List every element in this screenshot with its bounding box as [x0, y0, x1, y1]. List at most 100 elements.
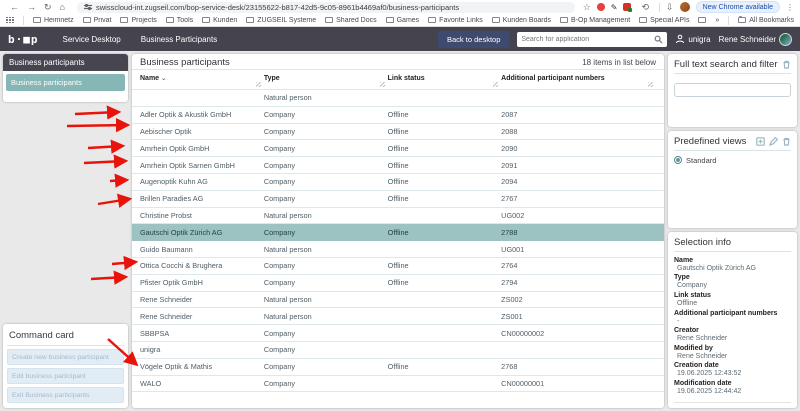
sidebar-card: Business participants Business participa…: [3, 54, 128, 102]
bookmark-label: Tools: [177, 17, 193, 24]
cell-type: Company: [264, 362, 388, 371]
all-bookmarks[interactable]: All Bookmarks: [738, 17, 794, 24]
new-chrome-label: New Chrome available: [703, 4, 773, 11]
table-row[interactable]: Rene SchneiderNatural personZS002: [132, 292, 664, 309]
table-row[interactable]: unigraCompany: [132, 342, 664, 359]
reload-icon[interactable]: ↻: [44, 3, 52, 12]
bookmarks-overflow-chevron[interactable]: »: [715, 17, 719, 24]
pen-extension-icon[interactable]: ✎: [611, 3, 618, 12]
bookmark-star-icon[interactable]: ☆: [583, 2, 591, 13]
adblock-extension-icon[interactable]: [597, 3, 605, 11]
folder-icon: [246, 17, 254, 23]
forward-icon[interactable]: →: [27, 3, 36, 12]
profile-avatar[interactable]: [680, 2, 690, 12]
table-row[interactable]: Vögele Optik & MathisCompanyOffline2768: [132, 359, 664, 376]
table-row[interactable]: Adler Optik & Akustik GmbHCompanyOffline…: [132, 107, 664, 124]
cell-additional: 2768: [501, 362, 656, 371]
cell-name: Ottica Cocchi & Brughera: [140, 261, 264, 270]
bookmark-folder[interactable]: Games: [386, 17, 420, 24]
table-row[interactable]: Pfister Optik GmbHCompanyOffline2794: [132, 275, 664, 292]
folder-icon: [83, 17, 91, 23]
folder-icon: [738, 17, 746, 23]
download-icon[interactable]: ⇩: [666, 2, 674, 13]
cell-link_status: Offline: [388, 362, 502, 371]
cell-type: Company: [264, 144, 388, 153]
selection-fields: NameGautschi Optik Zürich AGTypeCompanyL…: [674, 257, 791, 395]
column-resize-handle[interactable]: [380, 82, 385, 87]
trash-icon[interactable]: [782, 60, 791, 69]
table-row[interactable]: WALOCompanyCN00000001: [132, 376, 664, 393]
table-row[interactable]: Ottica Cocchi & BrugheraCompanyOffline27…: [132, 258, 664, 275]
apps-grid-icon[interactable]: [6, 17, 14, 24]
extensions-icon[interactable]: ⟲: [641, 3, 649, 12]
right-column: Full text search and filter Predefined v…: [668, 54, 797, 408]
edit-business-participant-button[interactable]: Edit business participant: [7, 368, 124, 384]
bookmark-folder[interactable]: Tools: [166, 17, 193, 24]
table-row[interactable]: Christine ProbstNatural personUG002: [132, 208, 664, 225]
cell-additional: 2094: [501, 177, 656, 186]
extension-icon[interactable]: [623, 3, 631, 11]
bookmark-folder[interactable]: B-Op Management: [560, 17, 630, 24]
bookmark-folder[interactable]: Kunden Boards: [492, 17, 551, 24]
bookmark-folder[interactable]: Mockups: [698, 17, 706, 24]
bookmark-folder[interactable]: Favorite Links: [428, 17, 483, 24]
column-resize-handle[interactable]: [493, 82, 498, 87]
cell-name: Christine Probst: [140, 211, 264, 220]
bookmark-folder[interactable]: Kunden: [202, 17, 237, 24]
app-search[interactable]: [517, 32, 667, 47]
selection-field-value: Gautschi Optik Zürich AG: [674, 265, 791, 272]
sidebar-item-business-participants[interactable]: Business participants: [6, 74, 125, 91]
url-bar[interactable]: swisscloud-int.zugseil.com/bop-service-d…: [77, 2, 575, 13]
table-row[interactable]: Brillen Paradies AGCompanyOffline2767: [132, 191, 664, 208]
app-search-input[interactable]: [521, 36, 654, 43]
bookmark-folder[interactable]: Privat: [83, 17, 112, 24]
bookmark-folder[interactable]: ZUGSEIL Systeme: [246, 17, 316, 24]
table-row[interactable]: Gautschi Optik Zürich AGCompanyOffline27…: [132, 224, 664, 241]
home-icon[interactable]: ⌂: [60, 3, 65, 12]
table-row[interactable]: Guido BaumannNatural personUG001: [132, 241, 664, 258]
column-header-name[interactable]: Name⌄: [140, 75, 264, 86]
table-row[interactable]: Rene SchneiderNatural personZS001: [132, 308, 664, 325]
column-resize-handle[interactable]: [256, 82, 261, 87]
back-icon[interactable]: ←: [10, 3, 19, 12]
edit-icon[interactable]: [769, 137, 778, 146]
bookmark-folder[interactable]: Shared Docs: [325, 17, 376, 24]
bookmark-folder[interactable]: Projects: [120, 17, 156, 24]
cell-type: Natural person: [264, 312, 388, 321]
tenant-name: unigra: [688, 35, 710, 44]
table-row[interactable]: Aebischer OptikCompanyOffline2088: [132, 124, 664, 141]
cell-link_status: Offline: [388, 177, 502, 186]
trash-icon[interactable]: [782, 137, 791, 146]
bookmark-folder[interactable]: Special APIs: [639, 17, 689, 24]
column-resize-handle[interactable]: [648, 82, 653, 87]
site-settings-icon[interactable]: [84, 3, 92, 11]
bop-logo[interactable]: b·■p: [8, 33, 39, 46]
nav-item-service-desktop[interactable]: Service Desktop: [63, 35, 121, 44]
chrome-menu-icon[interactable]: ⋮: [786, 3, 794, 12]
folder-icon: [639, 17, 647, 23]
create-new-business-participant-button[interactable]: Create new business participant: [7, 349, 124, 365]
user-menu[interactable]: Rene Schneider: [719, 33, 792, 46]
exit-business-participants-button[interactable]: Exit Business participants: [7, 387, 124, 403]
cell-type: Company: [264, 261, 388, 270]
cell-type: Company: [264, 228, 388, 237]
divider: [659, 3, 660, 12]
column-header-additional-participant-numbers[interactable]: Additional participant numbers: [501, 75, 656, 86]
back-to-desktop-button[interactable]: Back to desktop: [438, 31, 509, 48]
tenant-badge[interactable]: unigra: [675, 34, 710, 44]
column-header-type[interactable]: Type: [264, 75, 388, 86]
new-chrome-button[interactable]: New Chrome available: [696, 1, 780, 13]
table-row[interactable]: SBBPSACompanyCN00000002: [132, 325, 664, 342]
table-row[interactable]: Natural person: [132, 90, 664, 107]
folder-icon: [428, 17, 436, 23]
column-header-link-status[interactable]: Link status: [388, 75, 502, 86]
table-row[interactable]: Amrhein Optik Sarnen GmbHCompanyOffline2…: [132, 157, 664, 174]
nav-item-business-participants[interactable]: Business Participants: [141, 35, 217, 44]
fulltext-search-input[interactable]: [674, 83, 791, 97]
cell-name: WALO: [140, 379, 264, 388]
table-row[interactable]: Amrhein Optik GmbHCompanyOffline2090: [132, 140, 664, 157]
view-option-standard[interactable]: Standard: [674, 156, 791, 165]
bookmark-folder[interactable]: Heimnetz: [33, 17, 74, 24]
table-row[interactable]: Augenoptik Kuhn AGCompanyOffline2094: [132, 174, 664, 191]
add-icon[interactable]: [756, 137, 765, 146]
